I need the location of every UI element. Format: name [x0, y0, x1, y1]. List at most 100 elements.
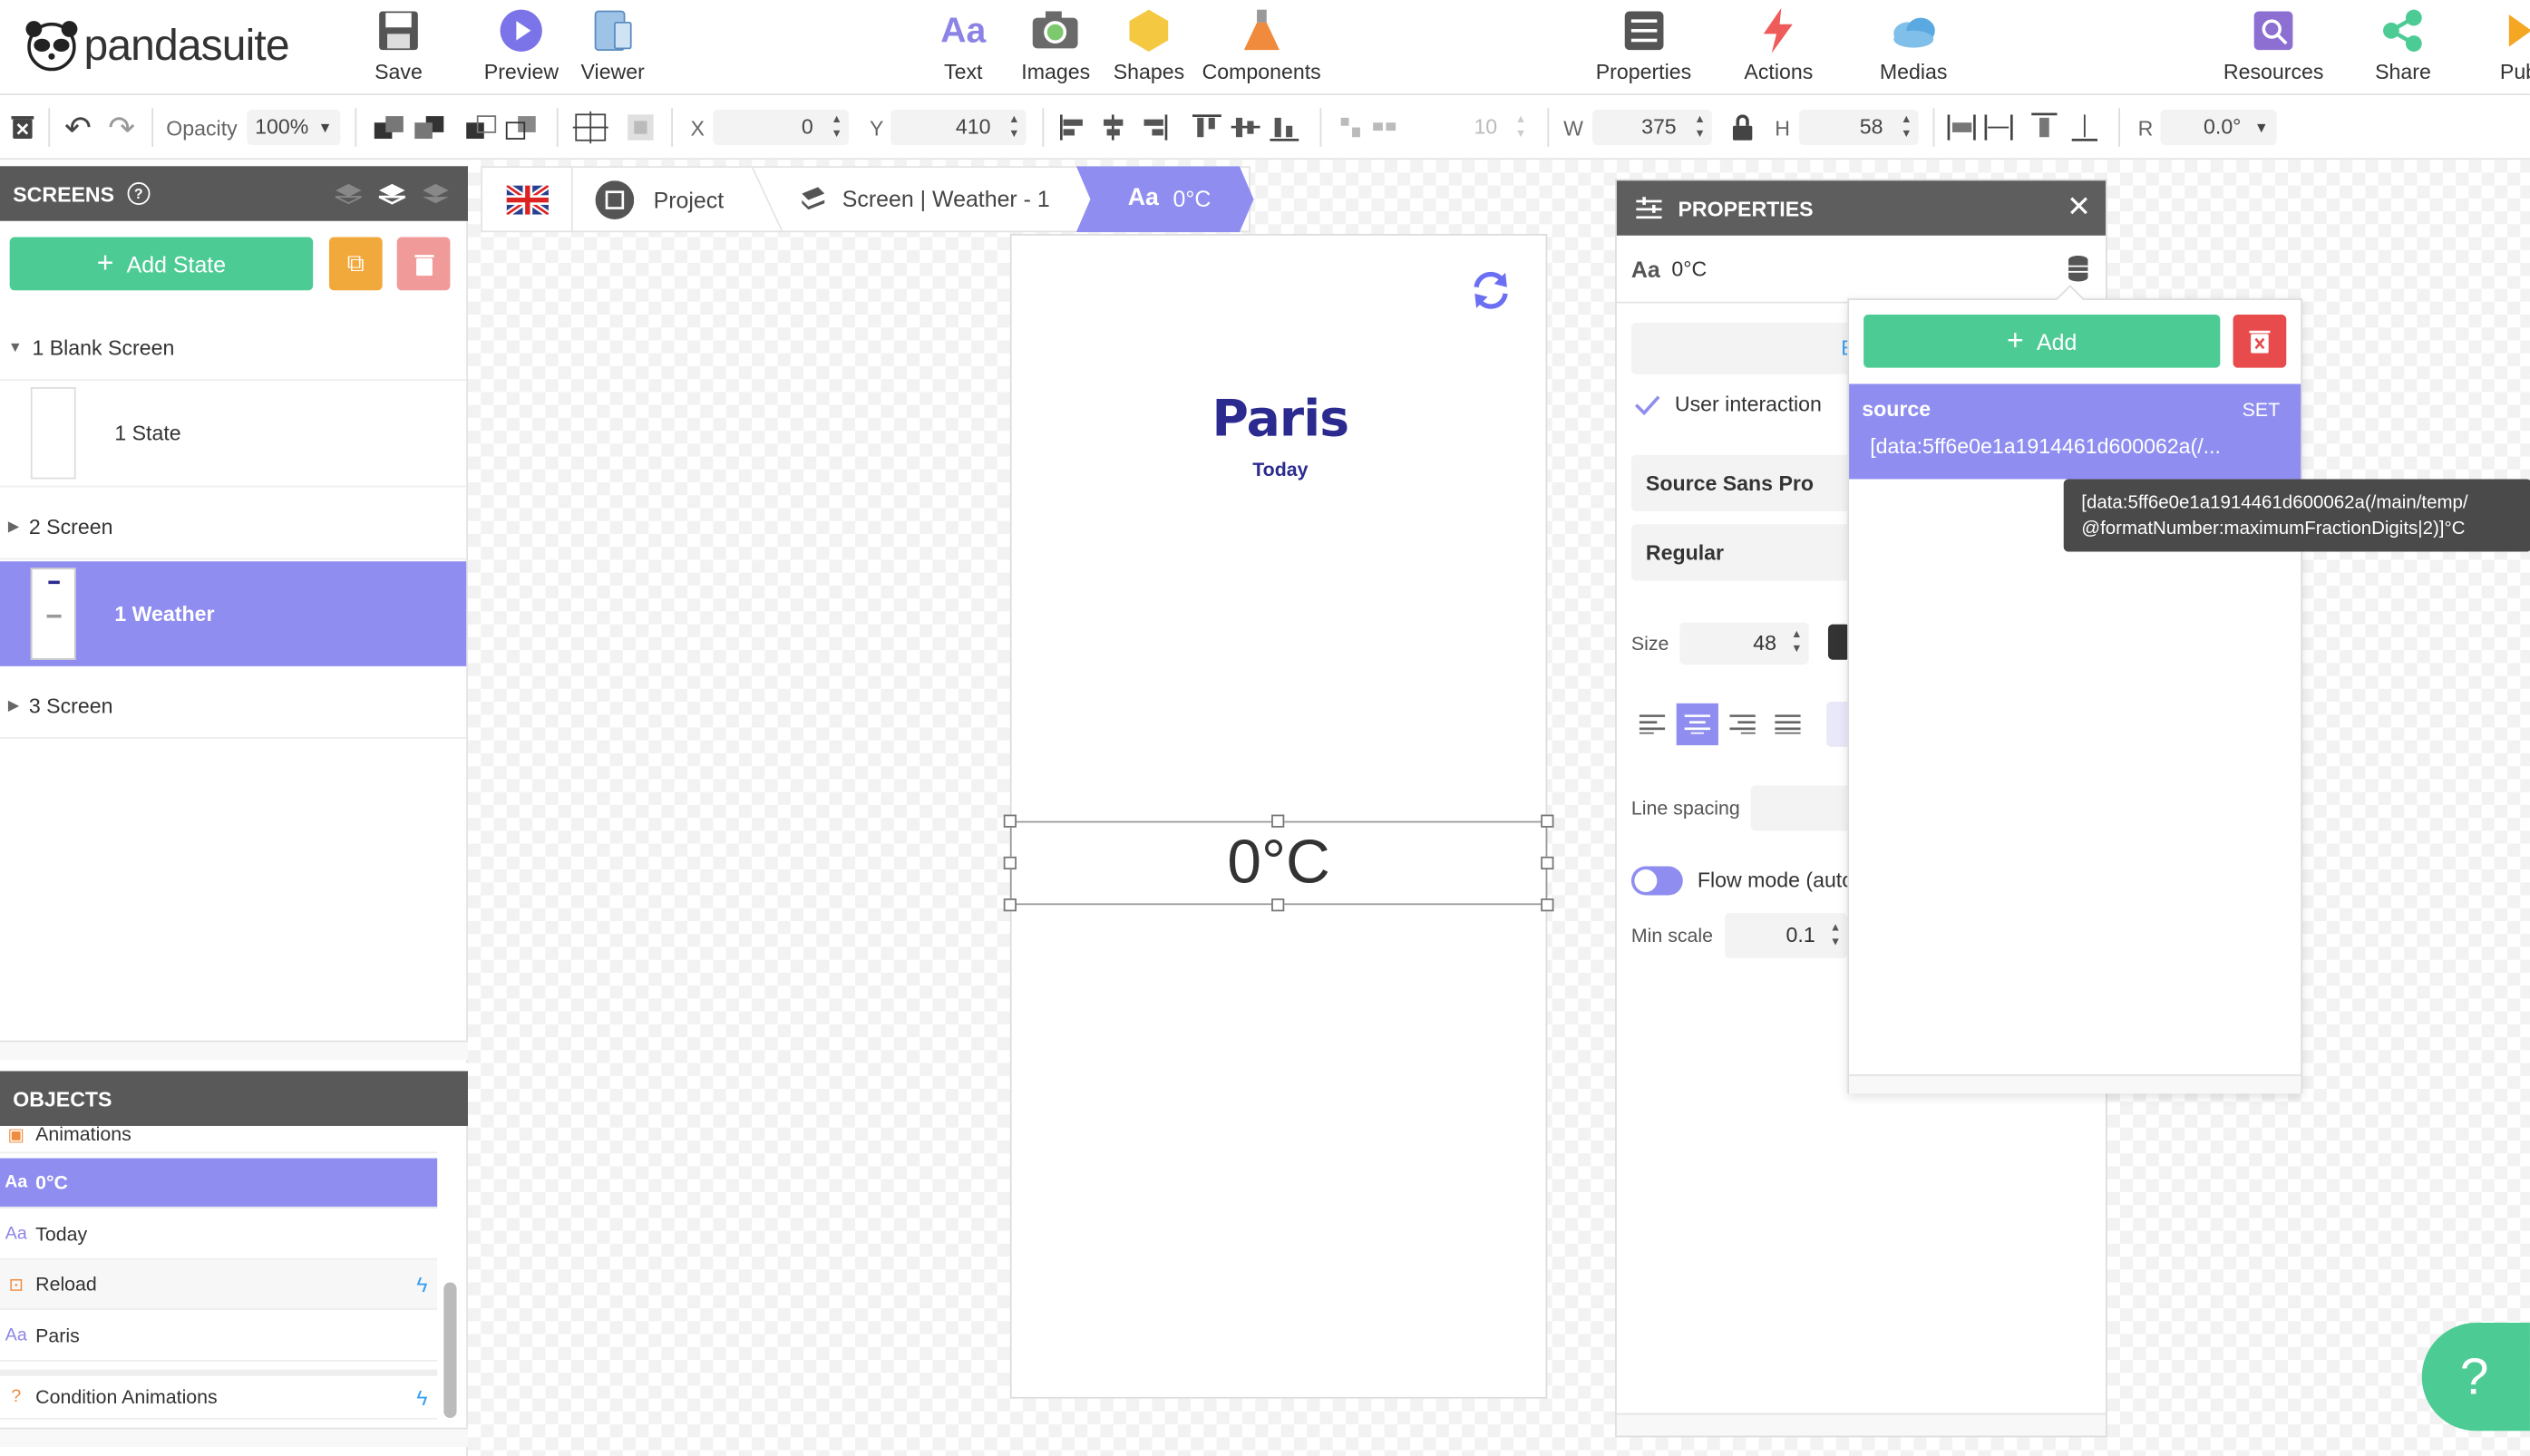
fit-width-icon[interactable] [1946, 112, 1979, 144]
resize-handle[interactable] [1003, 856, 1017, 870]
screen-item[interactable]: ▶ 2 Screen [0, 493, 467, 560]
object-item-selected[interactable]: Aa 0°C [0, 1158, 438, 1208]
fit-width-alt-icon[interactable] [1983, 112, 2016, 144]
align-text-right-icon[interactable] [1722, 704, 1764, 745]
opacity-select[interactable]: 100% ▼ [247, 109, 341, 146]
add-state-button[interactable]: + Add State [9, 237, 314, 291]
save-button[interactable]: Save [375, 6, 423, 84]
resize-handle[interactable] [1003, 814, 1017, 828]
help-button[interactable]: ? [2421, 1323, 2530, 1432]
close-icon[interactable]: ✕ [2067, 190, 2091, 224]
height-input[interactable]: 58 ▲ ▼ [1798, 109, 1919, 146]
partial-button[interactable]: E [1630, 322, 1873, 374]
panel-resize-bar[interactable] [1849, 1074, 2301, 1094]
database-icon[interactable] [2067, 255, 2089, 282]
panel-resize-bar[interactable] [1616, 1412, 2106, 1436]
resize-handle[interactable] [1003, 898, 1017, 912]
breadcrumb-current[interactable]: Aa 0°C [1075, 166, 1254, 233]
x-input[interactable]: 0 ▲ ▼ [713, 109, 849, 146]
spacing-stepper[interactable]: ▲ ▼ [1515, 113, 1526, 142]
flow-mode-toggle[interactable] [1630, 866, 1683, 896]
publish-button[interactable]: Pub [2495, 6, 2530, 84]
align-right-icon[interactable] [1139, 112, 1168, 144]
width-stepper[interactable]: ▲ ▼ [1694, 113, 1705, 142]
screen-item[interactable]: ▶ 3 Screen [0, 673, 467, 739]
layers-stack-alt-icon[interactable] [421, 180, 450, 206]
add-binding-button[interactable]: + Add [1863, 314, 2221, 368]
fit-frame-icon[interactable] [572, 111, 608, 144]
object-item[interactable]: Aa Paris [0, 1312, 438, 1362]
medias-button[interactable]: Medias [1880, 6, 1947, 84]
spacing-input[interactable]: 10 ▲ ▼ [1419, 109, 1533, 146]
min-scale-stepper[interactable]: ▲ ▼ [1830, 921, 1841, 950]
distribute-h-icon[interactable] [1371, 112, 1396, 144]
bring-forward-icon[interactable] [414, 112, 446, 144]
delete-binding-button[interactable] [2233, 314, 2287, 368]
text-tool-button[interactable]: Aa Text [939, 6, 988, 84]
components-tool-button[interactable]: Components [1202, 6, 1321, 84]
properties-button[interactable]: Properties [1596, 6, 1691, 84]
align-center-h-icon[interactable] [1099, 112, 1128, 144]
delete-icon[interactable] [11, 112, 34, 144]
rotation-select[interactable]: 0.0° ▼ [2160, 109, 2277, 146]
align-middle-icon[interactable] [1231, 112, 1260, 144]
redo-icon[interactable]: ↷ [108, 111, 135, 146]
font-weight-select[interactable]: Regular [1630, 524, 1873, 581]
resize-handle[interactable] [1271, 814, 1285, 828]
resize-handle[interactable] [1271, 898, 1285, 912]
breadcrumb-project[interactable]: Project [595, 180, 724, 219]
temperature-text-selected[interactable]: 0°C [1009, 820, 1548, 906]
language-flag-button[interactable] [482, 168, 573, 231]
width-input[interactable]: 375 ▲ ▼ [1592, 109, 1712, 146]
font-family-select[interactable]: Source Sans Pro [1630, 454, 1873, 512]
align-left-icon[interactable] [1058, 112, 1087, 144]
align-top-icon[interactable] [1192, 112, 1221, 144]
share-button[interactable]: Share [2375, 6, 2431, 84]
preview-button[interactable]: Preview [484, 6, 559, 84]
align-bottom-icon[interactable] [1270, 112, 1299, 144]
objects-scrollbar[interactable] [443, 1282, 457, 1419]
object-item[interactable]: ? Condition Animations ϟ [0, 1369, 438, 1420]
resize-handle[interactable] [1541, 898, 1554, 912]
layers-stack-active-icon[interactable] [377, 180, 406, 206]
distribute-v-icon[interactable] [1338, 112, 1363, 144]
y-stepper[interactable]: ▲ ▼ [1008, 113, 1019, 142]
state-item-selected[interactable]: 1 Weather [0, 561, 467, 666]
binding-item-selected[interactable]: source SET [data:5ff6e0e1a1914461d600062… [1849, 383, 2301, 480]
day-label[interactable]: Today [1012, 458, 1550, 480]
fit-height-alt-icon[interactable] [2071, 112, 2098, 144]
x-stepper[interactable]: ▲ ▼ [831, 113, 842, 142]
bring-front-icon[interactable] [373, 112, 405, 144]
lock-ratio-icon[interactable] [1731, 112, 1754, 144]
resize-handle[interactable] [1541, 814, 1554, 828]
viewer-button[interactable]: Viewer [581, 6, 645, 84]
undo-icon[interactable]: ↶ [64, 111, 92, 146]
align-text-left-icon[interactable] [1631, 704, 1673, 745]
city-label[interactable]: Paris [1012, 391, 1550, 449]
crop-icon[interactable] [626, 112, 655, 144]
size-input[interactable]: 48 ▲ ▼ [1679, 622, 1809, 665]
layers-stack-icon[interactable] [334, 180, 363, 206]
actions-button[interactable]: Actions [1744, 6, 1813, 84]
images-tool-button[interactable]: Images [1021, 6, 1090, 84]
fit-height-icon[interactable] [2031, 112, 2058, 144]
size-stepper[interactable]: ▲ ▼ [1791, 627, 1802, 656]
breadcrumb-screen[interactable]: Screen | Weather - 1 [799, 184, 1050, 213]
panel-resize-bar[interactable] [0, 1040, 468, 1061]
screen-item[interactable]: ▼ 1 Blank Screen [0, 315, 467, 381]
duplicate-state-button[interactable]: ⧉ [328, 237, 383, 291]
resources-button[interactable]: Resources [2223, 6, 2323, 84]
panel-resize-bar[interactable] [0, 1427, 468, 1448]
object-item[interactable]: Aa Today [0, 1209, 438, 1260]
send-backward-icon[interactable] [464, 112, 497, 144]
height-stepper[interactable]: ▲ ▼ [1901, 113, 1912, 142]
y-input[interactable]: 410 ▲ ▼ [890, 109, 1027, 146]
resize-handle[interactable] [1541, 856, 1554, 870]
min-scale-input[interactable]: 0.1 ▲ ▼ [1725, 913, 1848, 958]
align-text-justify-icon[interactable] [1766, 704, 1808, 745]
align-text-center-icon[interactable] [1676, 703, 1718, 746]
check-icon[interactable] [1634, 393, 1660, 416]
state-item[interactable]: 1 State [0, 381, 467, 488]
delete-state-button[interactable] [396, 237, 451, 291]
object-item[interactable]: ⊡ Reload ϟ [0, 1259, 438, 1310]
